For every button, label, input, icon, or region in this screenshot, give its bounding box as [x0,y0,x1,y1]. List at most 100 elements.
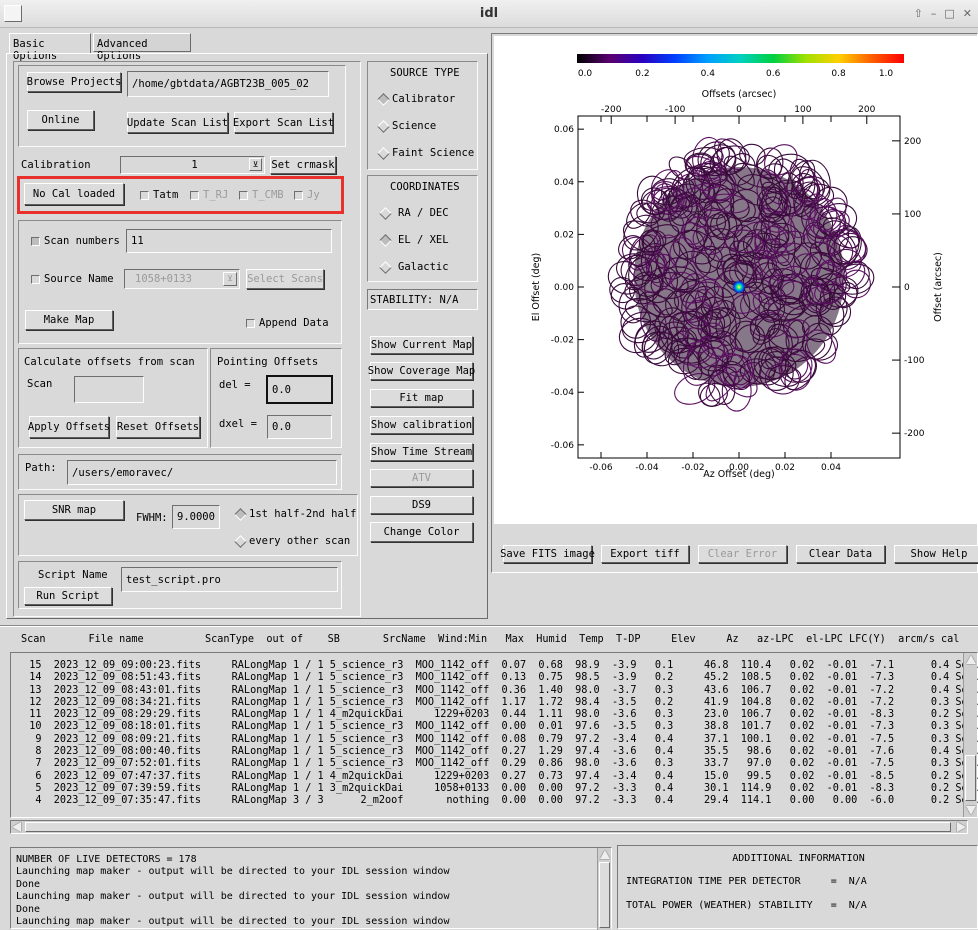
table-row[interactable]: 9 2023_12_09_08:09:21.fits RALongMap 1 /… [17,734,978,746]
colorbar-tick-label: 0.2 [635,69,649,79]
path-field[interactable]: /users/emoravec/ [67,460,337,485]
table-row[interactable]: 13 2023_12_09_08:43:01.fits RALongMap 1 … [17,685,978,697]
clear-error-button[interactable]: Clear Error [698,545,787,563]
top-tick-label: 0 [736,105,742,115]
vertical-scrollbar[interactable] [963,653,977,817]
scroll-thumb[interactable] [965,755,976,801]
minimize-icon[interactable]: – [931,7,937,20]
close-icon[interactable]: ✕ [963,7,972,20]
galactic-radio[interactable]: Galactic [379,260,449,274]
source-name-checkbox[interactable]: Source Name [31,273,114,285]
map-canvas[interactable]: 0.0 0.2 0.4 0.6 0.8 1.0 -0.06 -0.04 -0.02 0.00 0.… [494,36,978,524]
apply-offsets-button[interactable]: Apply Offsets [28,416,110,438]
coordinates-title: COORDINATES [390,181,460,193]
table-row[interactable]: 14 2023_12_09_08:51:43.fits RALongMap 1 … [17,672,978,684]
maximize-icon[interactable]: □ [944,7,954,20]
table-row[interactable]: 10 2023_12_09_08:18:01.fits RALongMap 1 … [17,721,978,733]
project-path-field[interactable]: /home/gbtdata/AGBT23B_005_02 [127,71,329,97]
horizontal-scrollbar[interactable] [10,820,968,834]
table-row[interactable]: 12 2023_12_09_08:34:21.fits RALongMap 1 … [17,697,978,709]
table-row[interactable]: 5 2023_12_09_07:39:59.fits RALongMap 1 /… [17,783,978,795]
radio-icon [234,507,247,521]
script-name-field[interactable]: test_script.pro [121,567,338,592]
show-current-map-button[interactable]: Show Current Map [370,336,473,354]
export-scan-list-button[interactable]: Export Scan List [233,112,334,133]
radio-icon [377,119,390,133]
source-name-select[interactable]: 1058+0133 ⊻ [124,269,240,289]
scroll-left-icon[interactable] [12,822,21,832]
first-half-second-half-radio[interactable]: 1st half-2nd half [234,507,356,521]
clear-data-button[interactable]: Clear Data [796,545,885,563]
faint-science-label: Faint Science [392,147,475,159]
update-scan-list-button[interactable]: Update Scan List [127,112,228,133]
log-console[interactable]: NUMBER OF LIVE DETECTORS = 178 Launching … [10,847,612,930]
run-script-button[interactable]: Run Script [24,587,112,605]
show-coverage-map-button[interactable]: Show Coverage Map [368,362,475,380]
tab-basic-options[interactable]: Basic Options [9,33,91,62]
table-row[interactable]: 6 2023_12_09_07:47:37.fits RALongMap 1 /… [17,771,978,783]
log-scroll-thumb[interactable] [599,862,610,928]
fwhm-field[interactable]: 9.0000 [172,505,220,529]
table-row[interactable]: 8 2023_12_09_08:00:40.fits RALongMap 1 /… [17,746,978,758]
scroll-up-icon[interactable] [966,655,976,664]
change-color-button[interactable]: Change Color [370,522,473,542]
ra-dec-radio[interactable]: RA / DEC [379,206,449,220]
scan-numbers-field[interactable]: 11 [126,229,332,253]
trj-label: T_RJ [203,189,229,201]
online-button[interactable]: Online [27,110,94,130]
table-row[interactable]: 11 2023_12_09_08:29:29.fits RALongMap 1 … [17,709,978,721]
show-time-stream-button[interactable]: Show Time Stream [370,443,473,461]
tatm-checkbox[interactable]: Tatm [140,189,178,201]
calibration-value: 1 [191,159,198,171]
tcmb-checkbox[interactable]: T_CMB [239,189,284,201]
make-map-button[interactable]: Make Map [25,310,113,330]
log-scrollbar[interactable] [597,848,611,930]
reset-offsets-button[interactable]: Reset Offsets [116,416,200,438]
additional-info-title: ADDITIONAL INFORMATION [732,853,865,864]
scroll-right-icon[interactable] [957,822,966,832]
top-tick-label: 100 [794,105,811,115]
scroll-up-icon[interactable] [600,850,610,859]
table-row[interactable]: 15 2023_12_09_09:00:23.fits RALongMap 1 … [17,660,978,672]
del-field[interactable]: 0.0 [266,375,333,404]
every-other-scan-radio[interactable]: every other scan [234,534,351,548]
fit-map-button[interactable]: Fit map [370,389,473,407]
top-axis-label: Offsets (arcsec) [702,89,777,100]
additional-info-panel: ADDITIONAL INFORMATION INTEGRATION TIME … [617,845,978,929]
calibration-label: Calibration [21,159,91,171]
horizontal-scroll-thumb[interactable] [25,822,951,832]
trj-checkbox[interactable]: T_RJ [190,189,228,201]
show-calibration-button[interactable]: Show calibration [370,416,473,434]
atv-button[interactable]: ATV [370,469,473,487]
calibration-select[interactable]: 1 ⊻ [120,156,265,174]
select-scans-button[interactable]: Select Scans [246,269,324,289]
every-other-label: every other scan [249,535,351,547]
show-help-button[interactable]: Show Help [894,545,978,563]
x-tick-label: 0.02 [775,463,795,473]
dxel-field[interactable]: 0.0 [267,415,332,439]
ds9-button[interactable]: DS9 [370,496,473,514]
science-label: Science [392,120,437,132]
offset-scan-field[interactable] [74,376,144,403]
tab-advanced-options[interactable]: Advanced Options [93,33,191,62]
browse-projects-button[interactable]: Browse Projects [27,72,121,92]
table-row[interactable]: 7 2023_12_09_07:52:01.fits RALongMap 1 /… [17,758,978,770]
el-xel-radio[interactable]: EL / XEL [379,233,449,247]
scan-table[interactable]: 15 2023_12_09_09:00:23.fits RALongMap 1 … [10,652,978,818]
no-cal-loaded-button[interactable]: No Cal loaded [24,183,124,205]
calibrator-radio[interactable]: Calibrator [377,92,455,106]
snr-map-button[interactable]: SNR map [24,500,124,520]
table-row[interactable]: 4 2023_12_09_07:35:47.fits RALongMap 3 /… [17,795,978,807]
append-data-checkbox[interactable]: Append Data [246,317,329,329]
save-fits-image-button[interactable]: Save FITS image [500,545,595,563]
science-radio[interactable]: Science [377,119,437,133]
shade-icon[interactable]: ⇧ [914,7,923,20]
tatm-label: Tatm [153,189,179,201]
scroll-down-icon[interactable] [966,806,976,815]
checkbox-box [140,190,149,200]
faint-science-radio[interactable]: Faint Science [377,146,475,160]
set-crmask-button[interactable]: Set crmask [270,156,336,174]
jy-checkbox[interactable]: Jy [294,189,320,201]
export-tiff-button[interactable]: Export tiff [601,545,689,563]
scan-numbers-checkbox[interactable]: Scan numbers [31,235,120,247]
